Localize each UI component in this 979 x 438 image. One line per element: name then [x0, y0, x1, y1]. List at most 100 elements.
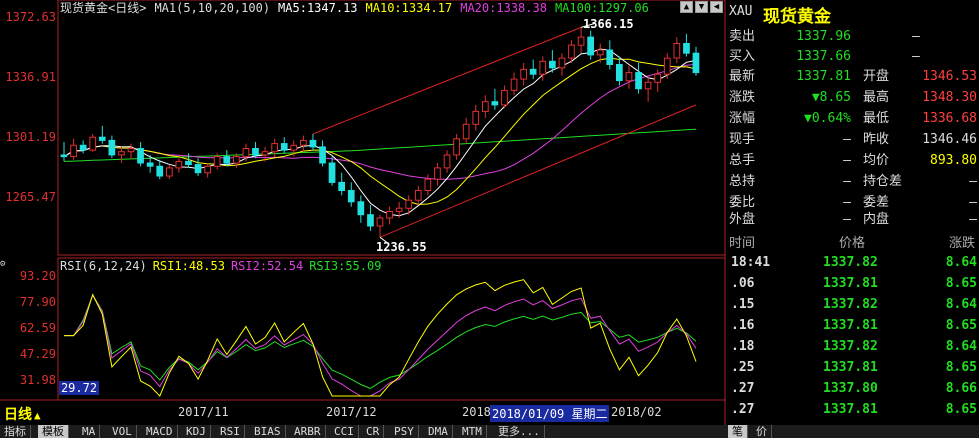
sell-label: 卖出	[729, 29, 756, 44]
chart-area[interactable]: 现货黄金<日线> MA1(5,10,20,100) MA5:1347.13 MA10:…	[0, 0, 726, 425]
tab-macd[interactable]: MACD	[142, 425, 178, 438]
scroll-up-button[interactable]: ▲	[680, 1, 693, 13]
tab-more[interactable]: 更多...	[494, 425, 545, 438]
x-axis-label: 2018/02	[611, 405, 662, 419]
tab-arbr[interactable]: ARBR	[290, 425, 326, 438]
candle-body	[577, 36, 585, 46]
tick-header-change: 涨跌	[949, 236, 976, 251]
candle-body	[252, 148, 259, 156]
candle-body	[654, 73, 661, 83]
tab-ma[interactable]: MA	[78, 425, 101, 438]
tab-price[interactable]: 价	[752, 425, 772, 438]
tab-cr[interactable]: CR	[362, 425, 385, 438]
tick-price: 1337.81	[823, 318, 878, 333]
candle-body	[616, 64, 623, 82]
candle-body	[347, 190, 355, 203]
sell-extra: –	[912, 29, 920, 44]
low-annotation: 1236.55	[376, 240, 427, 254]
candle-body	[261, 151, 269, 156]
ma10-line	[63, 57, 697, 205]
candle-body	[520, 68, 527, 80]
candle-body	[79, 144, 87, 151]
ma-params-label: MA1(5,10,20,100)	[154, 1, 271, 15]
tick-change: 8.65	[945, 318, 977, 333]
quote-value: ▼8.65	[811, 90, 851, 105]
rsi-params-label: RSI(6,12,24)	[60, 259, 147, 273]
ma100-value: MA100:1297.06	[554, 1, 649, 15]
tab-bias[interactable]: BIAS	[250, 425, 286, 438]
ma100-line	[63, 128, 697, 162]
tick-header-price: 价格	[839, 236, 866, 251]
candle-body	[60, 154, 68, 158]
buy-label: 买入	[729, 49, 756, 64]
quote-label: 外盘	[729, 212, 756, 227]
kline-chart[interactable]	[0, 0, 726, 425]
tab-trades[interactable]: 笔	[728, 425, 748, 438]
candle-body	[213, 156, 221, 167]
ma10-value: MA10:1334.17	[365, 1, 453, 15]
tab-vol[interactable]: VOL	[108, 425, 137, 438]
candle-body	[328, 162, 336, 183]
rsi-axis-label: 77.90	[19, 295, 56, 309]
quote-value: 1346.53	[922, 69, 977, 84]
quote-row: 涨跌 ▼8.65 最高 1348.30	[727, 88, 979, 108]
tab-cci[interactable]: CCI	[330, 425, 359, 438]
price-axis-label: 1301.19	[5, 130, 56, 144]
tab-indicator[interactable]: 指标	[0, 425, 31, 438]
candle-body	[357, 201, 365, 216]
quote-label: 总手	[729, 153, 756, 168]
tick-row: .15 1337.82 8.64	[727, 294, 979, 315]
candle-body	[127, 148, 135, 153]
quote-panel: XAU 现货黄金 卖出 1337.96 – 买入 1337.66 – 最新 13…	[727, 0, 979, 438]
quote-label: 涨幅	[729, 111, 756, 126]
quote-value: 893.80	[930, 153, 977, 168]
tick-time: .18	[731, 339, 755, 354]
candle-body	[233, 156, 240, 164]
sell-value: 1337.96	[796, 29, 851, 44]
ma5-value: MA5:1347.13	[278, 1, 358, 15]
candle-body	[482, 101, 489, 112]
rsi2-line	[64, 293, 697, 397]
price-axis-label: 1336.91	[5, 70, 56, 84]
tab-mtm[interactable]: MTM	[458, 425, 487, 438]
tab-dma[interactable]: DMA	[424, 425, 453, 438]
candle-body	[673, 43, 681, 59]
candle-body	[98, 136, 106, 141]
tab-rsi[interactable]: RSI	[216, 425, 245, 438]
tick-row: 18:41 1337.82 8.64	[727, 252, 979, 273]
x-axis-label: 2018	[462, 405, 491, 419]
tick-time: 18:41	[731, 255, 771, 270]
quote-value: 1348.30	[922, 90, 977, 105]
candle-body	[663, 57, 671, 75]
candle-body	[683, 43, 690, 54]
candle-body	[529, 68, 537, 75]
collapse-panel-button[interactable]: ◀	[710, 1, 723, 13]
candle-body	[568, 44, 575, 59]
rsi2-value: RSI2:52.54	[230, 259, 304, 273]
candle-body	[395, 207, 403, 212]
candle-body	[280, 143, 288, 151]
period-selector[interactable]: 日线 ▲	[4, 404, 41, 424]
tick-price: 1337.80	[823, 381, 878, 396]
candle-body	[510, 78, 518, 91]
scroll-down-button[interactable]: ▼	[695, 1, 708, 13]
tab-psy[interactable]: PSY	[390, 425, 419, 438]
quote-value: –	[843, 132, 851, 147]
candle-body	[501, 89, 508, 106]
tick-price: 1337.82	[823, 297, 878, 312]
candle-body	[271, 143, 278, 153]
candle-body	[166, 167, 173, 177]
candle-body	[692, 52, 700, 74]
quote-value: –	[843, 174, 851, 189]
quote-value: –	[843, 153, 851, 168]
tick-change: 8.64	[945, 297, 977, 312]
quote-label: 最新	[729, 69, 756, 84]
rsi-axis-label: 62.59	[19, 321, 56, 335]
candle-body	[549, 60, 556, 69]
tab-template[interactable]: 模板	[38, 425, 69, 438]
tick-time: .06	[731, 276, 755, 291]
candle-body	[185, 160, 192, 166]
candle-body	[635, 72, 642, 90]
candle-body	[587, 36, 594, 56]
tab-kdj[interactable]: KDJ	[182, 425, 211, 438]
